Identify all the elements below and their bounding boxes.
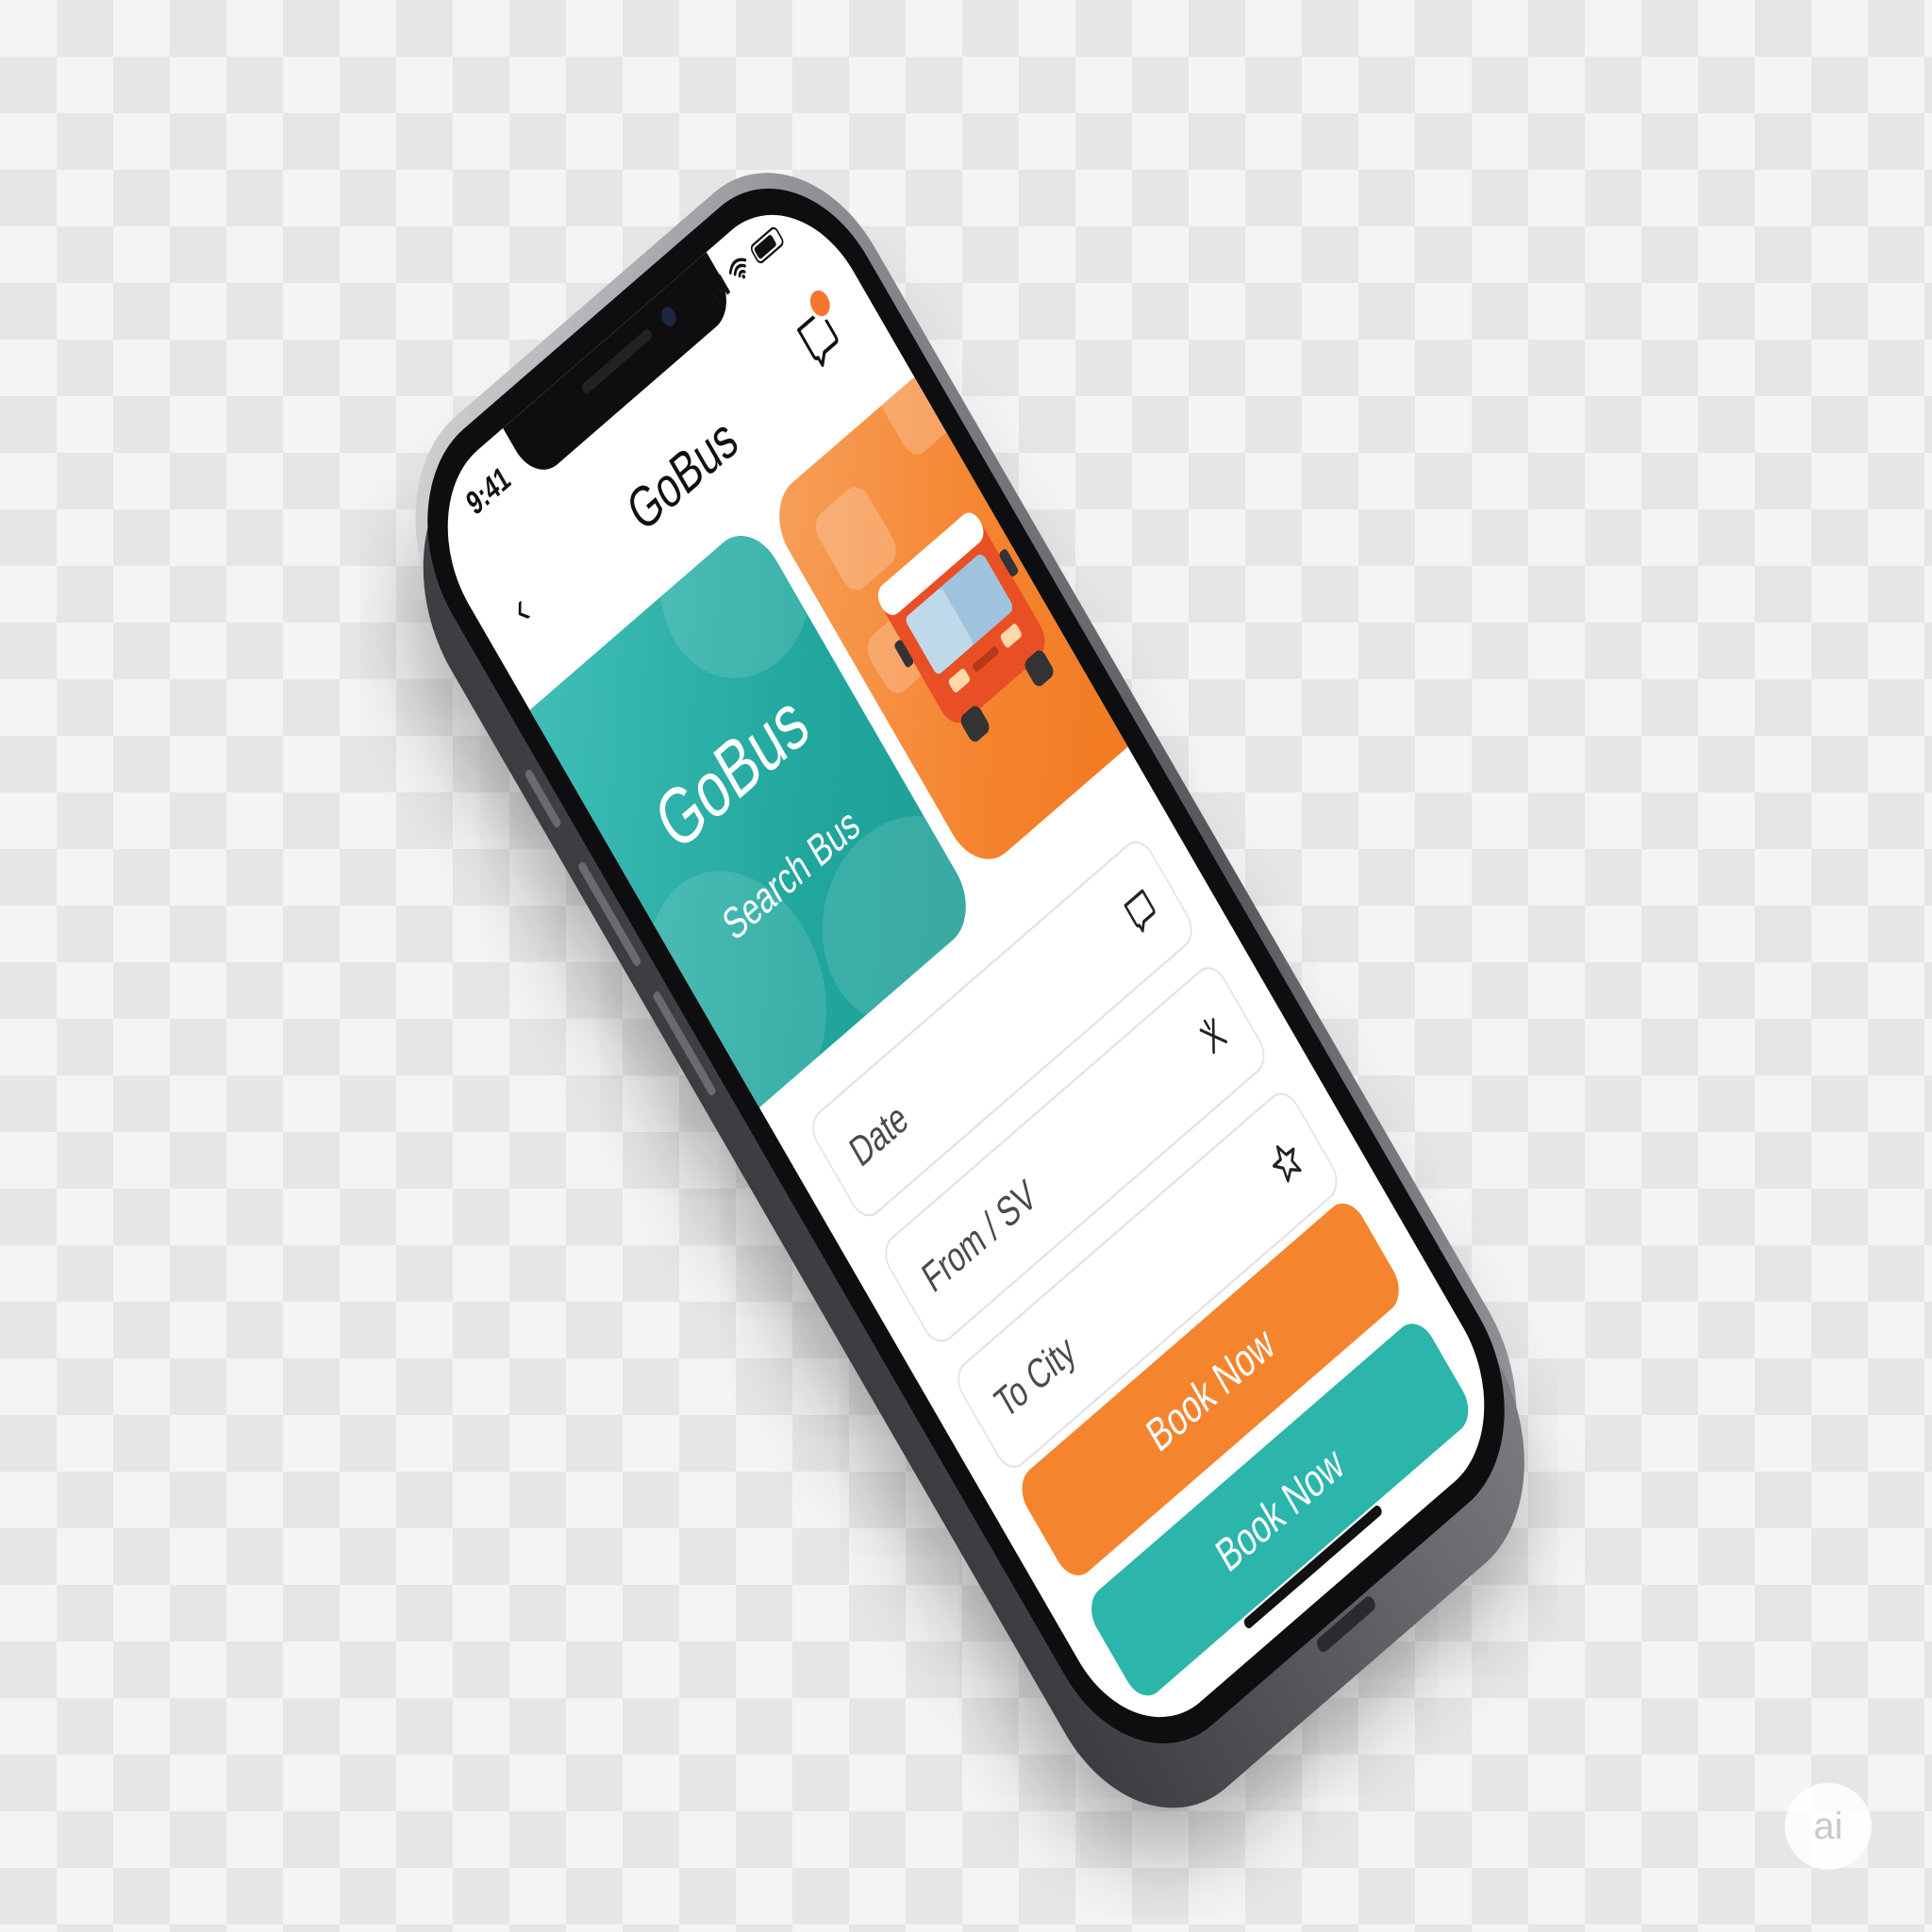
status-time: 9:41: [460, 459, 516, 523]
phone-body: 9:41 ‹ GoBus GoBus Search Bus Date From …: [368, 118, 1572, 1863]
to-city-field-label: To City: [988, 1326, 1083, 1428]
swap-icon[interactable]: [1191, 1007, 1237, 1065]
earpiece-speaker: [580, 327, 654, 396]
battery-icon: [748, 225, 786, 266]
date-field-label: Date: [842, 1093, 915, 1176]
bookmark-icon: [1124, 889, 1156, 933]
front-camera: [658, 303, 679, 330]
star-icon: [1272, 1145, 1302, 1183]
wifi-icon: [728, 258, 747, 279]
from-field-label: From / SV: [915, 1171, 1043, 1302]
ai-watermark: ai: [1785, 1783, 1872, 1870]
decorative-tile: [870, 376, 963, 461]
